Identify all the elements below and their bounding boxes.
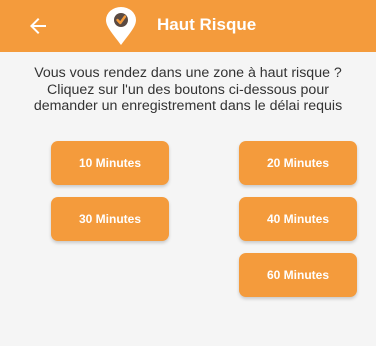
instruction-line: Cliquez sur l'un des boutons ci-dessous … [47,81,329,98]
instruction-text: Vous vous rendez dans une zone à haut ri… [0,65,376,115]
30-minutes-button[interactable]: 30 Minutes [51,197,169,241]
10-minutes-button[interactable]: 10 Minutes [51,141,169,185]
arrow-left-icon[interactable] [26,14,50,38]
60-minutes-button[interactable]: 60 Minutes [239,253,357,297]
instruction-line: Vous vous rendez dans une zone à haut ri… [34,65,342,81]
instruction-line: demander un enregistrement dans le délai… [33,98,343,114]
app-bar: Haut Risque [0,0,376,52]
location-check-icon [106,7,136,45]
20-minutes-button[interactable]: 20 Minutes [239,141,357,185]
page-title: Haut Risque [157,15,257,34]
40-minutes-button[interactable]: 40 Minutes [239,197,357,241]
